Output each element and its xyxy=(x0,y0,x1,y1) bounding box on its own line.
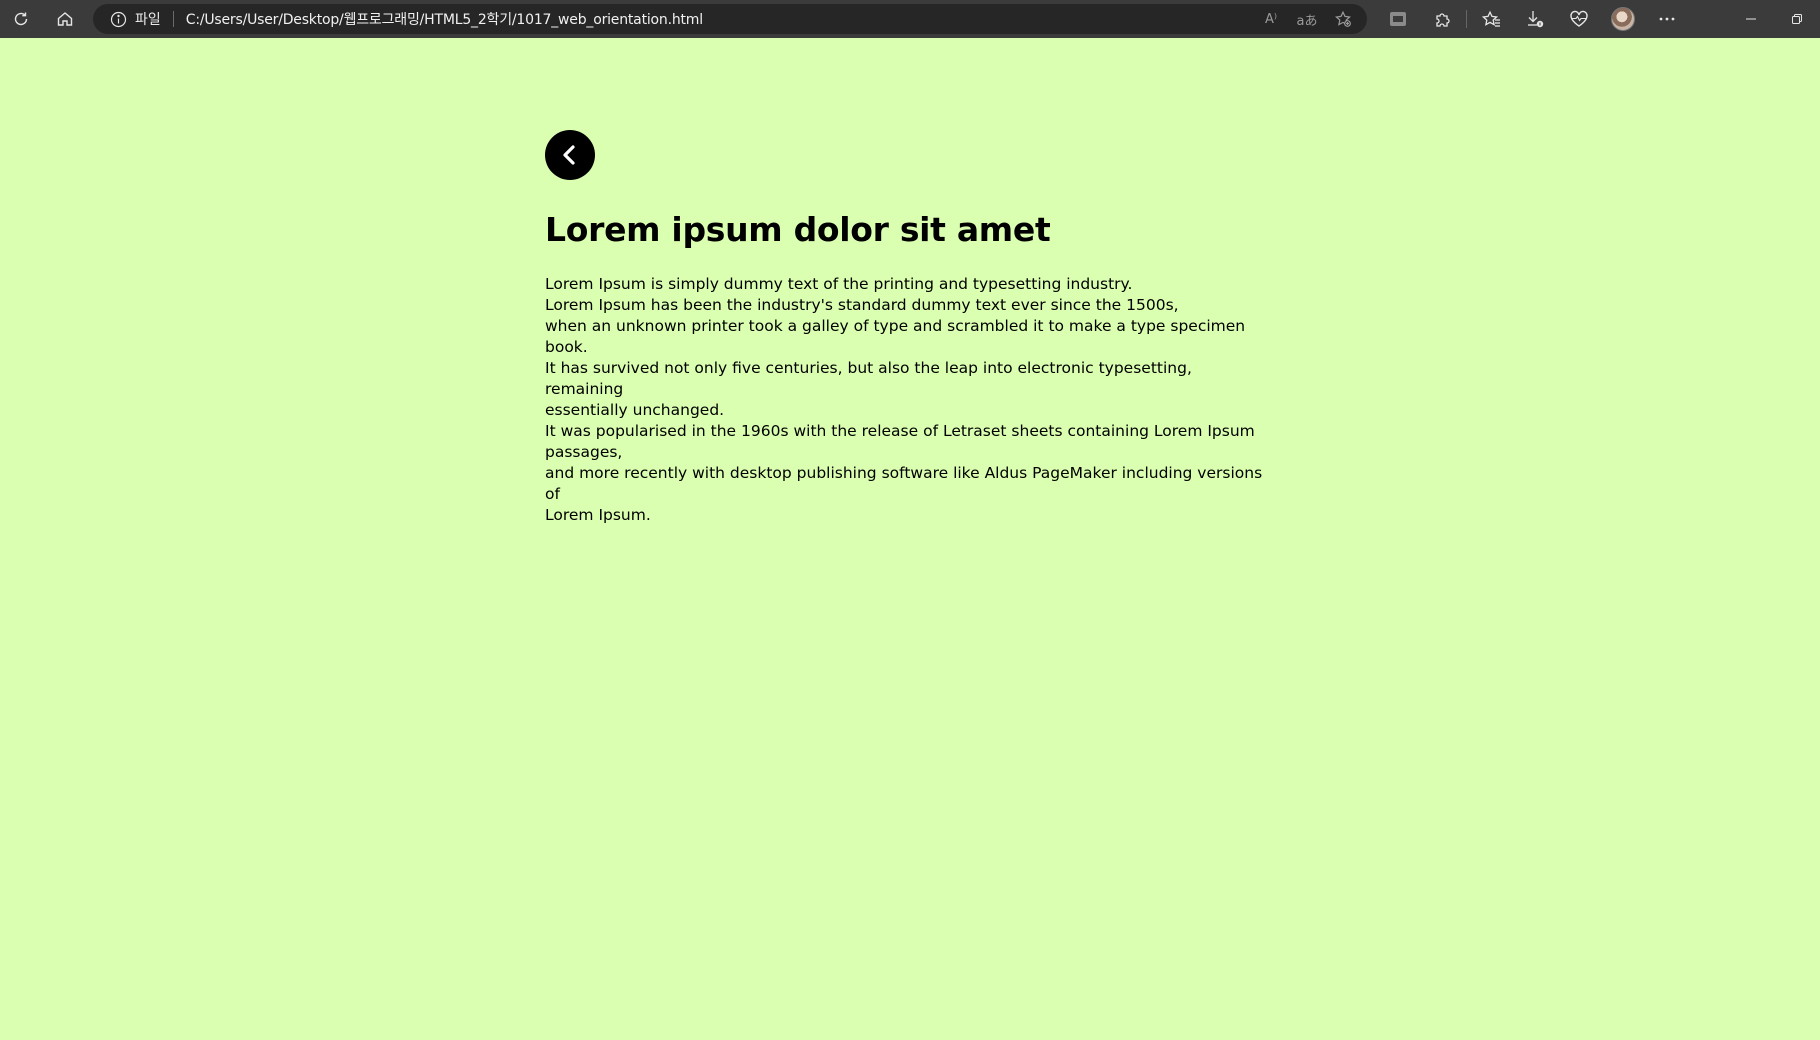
window-controls xyxy=(1728,0,1820,38)
more-button[interactable] xyxy=(1645,4,1689,34)
extensions-button[interactable] xyxy=(1420,4,1464,34)
translate-button[interactable]: aあ xyxy=(1291,6,1323,32)
heart-icon xyxy=(1570,10,1588,27)
refresh-icon xyxy=(14,12,28,26)
avatar xyxy=(1611,7,1635,31)
browser-health-button[interactable] xyxy=(1557,4,1601,34)
address-bar[interactable]: 파일 C:/Users/User/Desktop/웹프로그래밍/HTML5_2학… xyxy=(93,4,1367,34)
browser-toolbar: 파일 C:/Users/User/Desktop/웹프로그래밍/HTML5_2학… xyxy=(0,0,1820,38)
address-actions: A⁾ aあ xyxy=(1255,4,1359,34)
restore-button[interactable] xyxy=(1774,0,1820,38)
page-content: Lorem ipsum dolor sit amet Lorem Ipsum i… xyxy=(545,130,1275,526)
page-title: Lorem ipsum dolor sit amet xyxy=(545,210,1051,249)
address-separator xyxy=(172,11,174,27)
read-aloud-button[interactable]: A⁾ xyxy=(1255,6,1287,32)
downloads-button[interactable] xyxy=(1513,4,1557,34)
extension-ex-icon xyxy=(1390,12,1406,26)
minimize-button[interactable] xyxy=(1728,0,1774,38)
paragraph-line: It has survived not only five centuries,… xyxy=(545,359,1192,398)
restore-icon xyxy=(1792,14,1802,24)
favorite-add-icon xyxy=(1335,10,1351,27)
profile-button[interactable] xyxy=(1601,4,1645,34)
chevron-left-icon xyxy=(563,145,575,165)
read-aloud-icon: A⁾ xyxy=(1264,11,1278,27)
site-info-label: 파일 xyxy=(135,12,161,28)
translate-icon: aあ xyxy=(1296,13,1318,29)
download-icon xyxy=(1528,11,1544,28)
back-button[interactable] xyxy=(545,130,595,180)
paragraph-line: It was popularised in the 1960s with the… xyxy=(545,422,1255,440)
minimize-icon xyxy=(1746,18,1756,20)
paragraph-line: passages, xyxy=(545,443,623,461)
paragraph-line: essentially unchanged. xyxy=(545,401,725,419)
toolbar-separator xyxy=(1466,10,1467,28)
page-paragraph: Lorem Ipsum is simply dummy text of the … xyxy=(545,274,1275,526)
refresh-button[interactable] xyxy=(3,4,39,34)
browser-right-tools xyxy=(1376,4,1689,34)
paragraph-line: Lorem Ipsum is simply dummy text of the … xyxy=(545,275,1133,293)
paragraph-line: Lorem Ipsum. xyxy=(545,506,651,524)
puzzle-icon xyxy=(1436,13,1450,27)
add-favorite-button[interactable] xyxy=(1327,6,1359,32)
favorites-button[interactable] xyxy=(1469,4,1513,34)
site-info-button[interactable]: 파일 xyxy=(93,4,161,34)
paragraph-line: when an unknown printer took a galley of… xyxy=(545,317,1246,356)
favorites-icon xyxy=(1481,10,1500,27)
more-icon xyxy=(1659,17,1675,21)
home-button[interactable] xyxy=(47,4,83,34)
url-text[interactable]: C:/Users/User/Desktop/웹프로그래밍/HTML5_2학기/1… xyxy=(186,9,703,29)
paragraph-line: and more recently with desktop publishin… xyxy=(545,464,1263,503)
paragraph-line: Lorem Ipsum has been the industry's stan… xyxy=(545,296,1179,314)
home-icon xyxy=(57,12,73,26)
extension-ex-button[interactable] xyxy=(1376,4,1420,34)
info-icon xyxy=(110,11,127,27)
